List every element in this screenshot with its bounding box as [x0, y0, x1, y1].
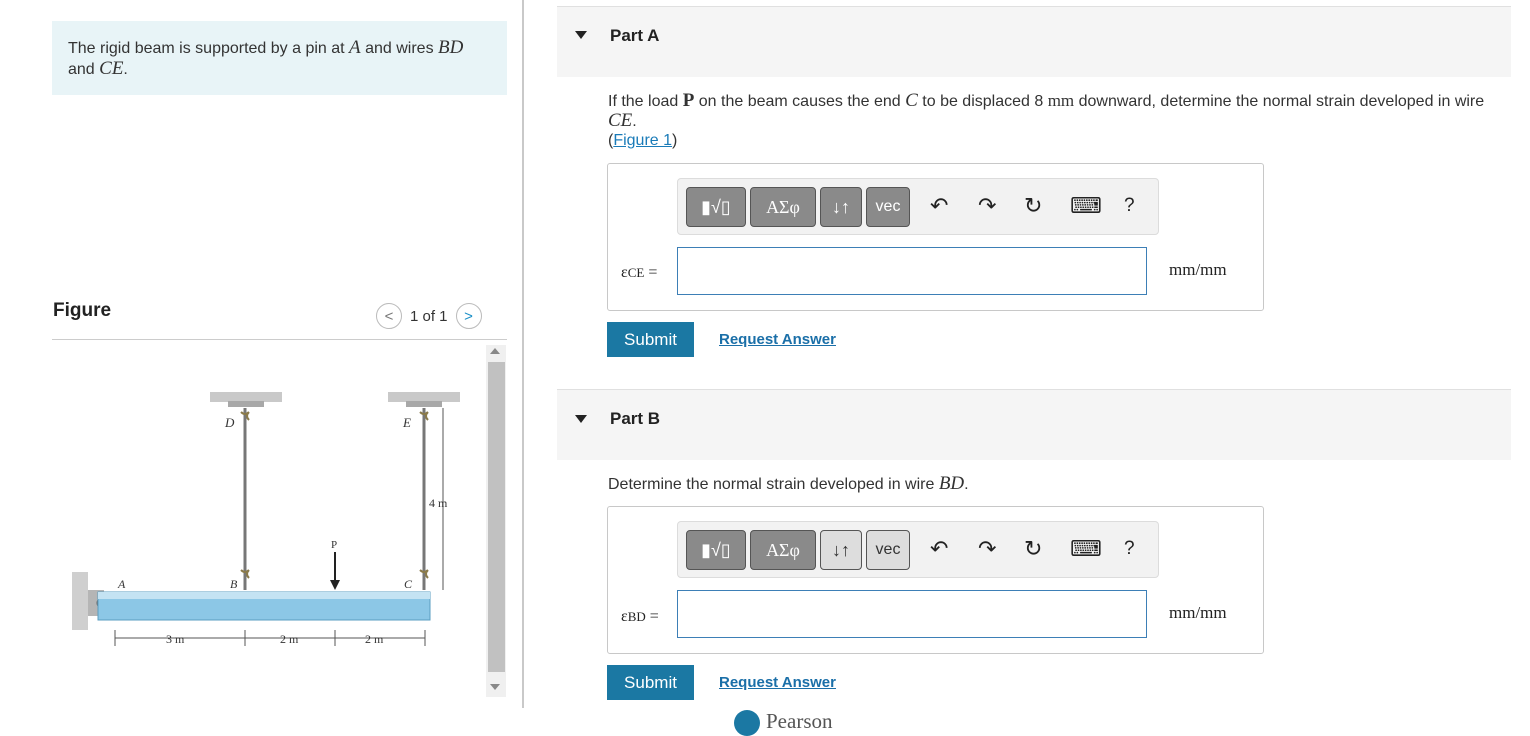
subscript-button[interactable]: ↓↑: [820, 187, 862, 227]
part-a-label: Part A: [610, 26, 660, 45]
undo-icon[interactable]: ↶: [930, 193, 948, 219]
collapse-triangle-icon[interactable]: [575, 415, 587, 423]
part-b-question: Determine the normal strain developed in…: [608, 473, 969, 494]
collapse-triangle-icon[interactable]: [575, 31, 587, 39]
vec-button[interactable]: vec: [866, 530, 910, 570]
subscript-button[interactable]: ↓↑: [820, 530, 862, 570]
figure-divider: [52, 339, 507, 340]
submit-button-a[interactable]: Submit: [607, 322, 694, 357]
part-a-math-toolbar: ▮√▯ ΑΣφ ↓↑ vec ↶ ↷ ↻ ⌨ ?: [677, 178, 1159, 235]
reset-icon[interactable]: ↻: [1024, 193, 1042, 219]
keyboard-icon[interactable]: ⌨: [1070, 536, 1102, 562]
arrows-updown-icon: ↓↑: [832, 539, 850, 560]
pearson-brand: Pearson: [766, 709, 833, 733]
undo-icon[interactable]: ↶: [930, 536, 948, 562]
figure-pager: < 1 of 1 >: [376, 301, 482, 331]
scroll-thumb[interactable]: [488, 362, 505, 672]
greek-button[interactable]: ΑΣφ: [750, 530, 816, 570]
arrows-updown-icon: ↓↑: [832, 196, 850, 217]
label-e: E: [402, 415, 411, 430]
unit-label-b: mm/mm: [1169, 603, 1227, 622]
strain-ce-input[interactable]: [677, 247, 1147, 295]
chevron-right-icon: >: [464, 307, 473, 325]
pager-count: 1 of 1: [410, 307, 448, 325]
help-icon[interactable]: ?: [1124, 538, 1135, 560]
label-a: A: [117, 577, 126, 591]
dim-2m-a: 2 m: [280, 632, 299, 646]
next-figure-button[interactable]: >: [455, 303, 482, 329]
templates-icon: ▮√▯: [701, 539, 731, 560]
figure-title: Figure: [53, 300, 112, 321]
greek-icon: ΑΣφ: [766, 539, 800, 560]
beam-figure: A B C D E P 4 m 3 m 2 m 2 m: [72, 392, 460, 646]
help-icon[interactable]: ?: [1124, 195, 1135, 217]
label-d: D: [224, 415, 235, 430]
problem-intro: The rigid beam is supported by a pin at …: [52, 21, 507, 95]
pane-divider[interactable]: [522, 0, 524, 708]
strain-ce-label: εCE =: [621, 264, 658, 281]
part-a-header[interactable]: Part A: [557, 7, 1511, 77]
templates-icon: ▮√▯: [701, 196, 731, 217]
part-b-math-toolbar: ▮√▯ ΑΣφ ↓↑ vec ↶ ↷ ↻ ⌨ ?: [677, 521, 1159, 578]
scroll-down-icon[interactable]: [490, 684, 500, 690]
vec-button[interactable]: vec: [866, 187, 910, 227]
greek-icon: ΑΣφ: [766, 196, 800, 217]
part-b-header[interactable]: Part B: [557, 390, 1511, 460]
pearson-logo-icon: [734, 710, 760, 736]
wall-support: [72, 572, 88, 630]
part-a-question: If the load P on the beam causes the end…: [608, 90, 1485, 149]
ceiling-support-e: [388, 392, 460, 402]
reset-icon[interactable]: ↻: [1024, 536, 1042, 562]
templates-button[interactable]: ▮√▯: [686, 530, 746, 570]
greek-button[interactable]: ΑΣφ: [750, 187, 816, 227]
keyboard-icon[interactable]: ⌨: [1070, 193, 1102, 219]
dim-3m: 3 m: [166, 632, 185, 646]
unit-label-a: mm/mm: [1169, 260, 1227, 279]
figure-1-link[interactable]: Figure 1: [613, 132, 672, 149]
strain-bd-input[interactable]: [677, 590, 1147, 638]
ceiling-support-d: [210, 392, 282, 402]
label-p: P: [331, 539, 337, 551]
strain-bd-label: εBD =: [621, 608, 659, 625]
submit-button-b[interactable]: Submit: [607, 665, 694, 700]
label-b: B: [230, 577, 238, 591]
chevron-left-icon: <: [384, 307, 394, 325]
part-b-label: Part B: [610, 409, 661, 428]
dim-4m: 4 m: [429, 496, 448, 510]
redo-icon[interactable]: ↷: [978, 193, 996, 219]
redo-icon[interactable]: ↷: [978, 536, 996, 562]
request-answer-link-a[interactable]: Request Answer: [719, 331, 836, 348]
label-c: C: [404, 577, 413, 591]
prev-figure-button[interactable]: <: [376, 303, 402, 329]
request-answer-link-b[interactable]: Request Answer: [719, 674, 836, 691]
dim-2m-b: 2 m: [365, 632, 384, 646]
templates-button[interactable]: ▮√▯: [686, 187, 746, 227]
scroll-up-icon[interactable]: [490, 348, 500, 354]
load-arrow: [330, 580, 340, 590]
